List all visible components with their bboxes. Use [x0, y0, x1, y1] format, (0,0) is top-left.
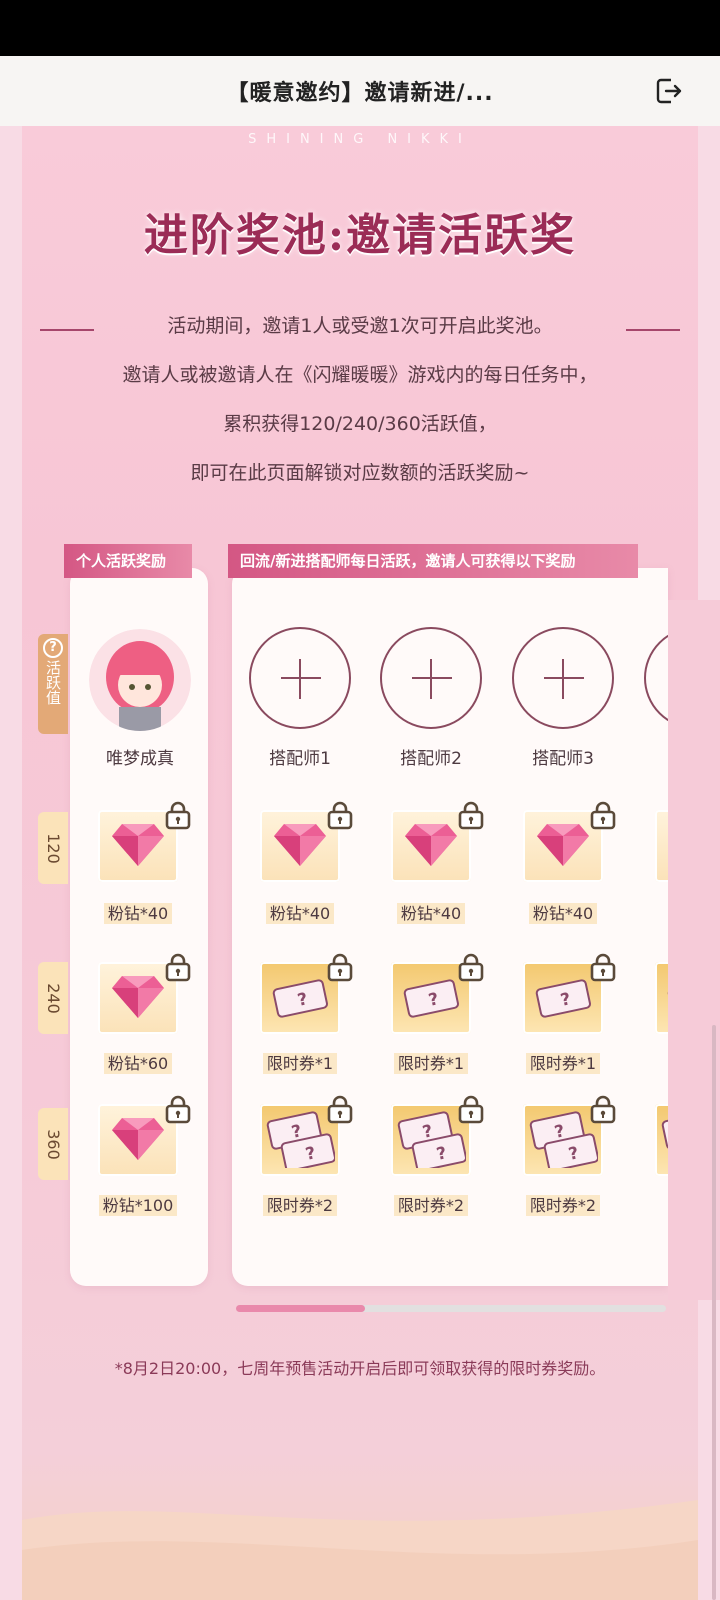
diamond-icon [110, 1114, 166, 1166]
bottom-wave-decor [22, 1500, 698, 1600]
diamond-icon [272, 820, 328, 872]
footnote: *8月2日20:00，七周年预售活动开启后即可领取获得的限时券奖励。 [114, 1359, 606, 1378]
lock-icon [326, 800, 354, 830]
reward-label: 粉钻*40 [371, 900, 491, 924]
reward-label: 粉钻*40 [78, 900, 198, 924]
ticket-icon: ? [528, 968, 598, 1028]
exit-icon[interactable] [654, 76, 684, 106]
lock-icon [164, 800, 192, 830]
reward-label: 限时券*1 [240, 1050, 360, 1074]
ticket-icon: ?? [528, 1108, 599, 1172]
level-tab-360: 360 [38, 1108, 68, 1180]
reward-label: 限时券*1 [371, 1050, 491, 1074]
intro-line-1: 活动期间，邀请1人或受邀1次可开启此奖池。 [167, 315, 553, 337]
lock-icon [164, 952, 192, 982]
avatar [89, 629, 191, 731]
ticket-icon: ?? [265, 1108, 336, 1172]
reward-label: 限时券*2 [371, 1192, 491, 1216]
ticket-icon: ? [396, 968, 466, 1028]
ticket-icon: ?? [396, 1108, 467, 1172]
add-invitee-button[interactable] [380, 627, 482, 729]
lock-icon [457, 952, 485, 982]
level-tab-240: 240 [38, 962, 68, 1034]
activity-help-label: 活跃值 [44, 660, 62, 705]
personal-reward-tag: 个人活跃奖励 [64, 544, 192, 578]
subtitle-en: SHINING NIKKI [248, 132, 472, 147]
diamond-icon [403, 820, 459, 872]
diamond-icon [535, 820, 591, 872]
invitee-reward-tag: 回流/新进搭配师每日活跃，邀请人可获得以下奖励 [228, 544, 638, 578]
browser-toolbar: 【暖意邀约】邀请新进/... [0, 56, 720, 126]
add-invitee-button[interactable] [512, 627, 614, 729]
ticket-icon: ? [265, 968, 335, 1028]
reward-label: 限时券*2 [240, 1192, 360, 1216]
horizontal-scroll-thumb[interactable] [236, 1305, 365, 1312]
question-icon: ? [43, 638, 63, 658]
reward-label: 粉钻*40 [240, 900, 360, 924]
lock-icon [164, 1094, 192, 1124]
personal-name: 唯梦成真 [106, 749, 174, 769]
add-invitee-button[interactable] [249, 627, 351, 729]
invitee-slot-label: 搭配师1 [269, 749, 331, 769]
page-title: 进阶奖池:邀请活跃奖 [143, 210, 577, 261]
heading-container: 进阶奖池:邀请活跃奖 [22, 176, 698, 286]
reward-label: 限时券*2 [503, 1192, 623, 1216]
lock-icon [589, 800, 617, 830]
reward-label: 限时券*1 [503, 1050, 623, 1074]
intro-line-3: 累积获得120/240/360活跃值， [223, 413, 497, 435]
level-tab-120: 120 [38, 812, 68, 884]
activity-help-tab[interactable]: ? 活跃值 [38, 634, 68, 734]
reward-label: 粉钻*40 [503, 900, 623, 924]
invitee-slot-label: 搭配师3 [532, 749, 594, 769]
horizontal-scroll-track[interactable] [236, 1305, 666, 1312]
browser-title: 【暖意邀约】邀请新进/... [226, 81, 494, 106]
reward-label: 粉钻*60 [78, 1050, 198, 1074]
diamond-icon [110, 972, 166, 1024]
invitee-slot-label: 搭配师2 [400, 749, 462, 769]
lock-icon [457, 1094, 485, 1124]
lock-icon [326, 1094, 354, 1124]
lock-icon [326, 952, 354, 982]
intro-line-2: 邀请人或被邀请人在《闪耀暖暖》游戏内的每日任务中， [122, 364, 598, 386]
status-bar [0, 0, 720, 56]
intro-text: 活动期间，邀请1人或受邀1次可开启此奖池。 邀请人或被邀请人在《闪耀暖暖》游戏内… [22, 302, 698, 498]
page-scrollbar[interactable] [712, 1025, 716, 1600]
lock-icon [457, 800, 485, 830]
lock-icon [589, 1094, 617, 1124]
intro-line-4: 即可在此页面解锁对应数额的活跃奖励~ [190, 462, 530, 484]
diamond-icon [110, 820, 166, 872]
reward-label: 粉钻*100 [78, 1192, 198, 1216]
lock-icon [589, 952, 617, 982]
